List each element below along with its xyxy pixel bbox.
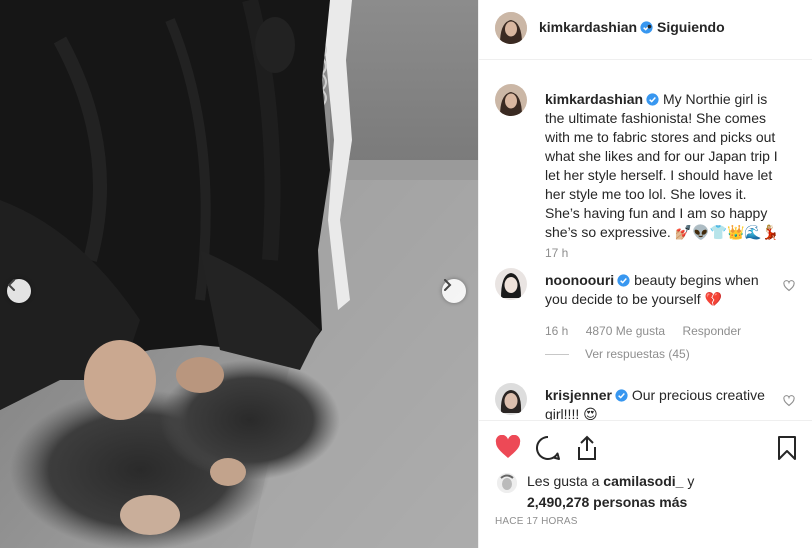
liker-username[interactable]: camilasodi_: [603, 473, 683, 489]
view-replies-button[interactable]: Ver respuestas (45): [585, 347, 690, 361]
heart-icon[interactable]: [495, 435, 521, 459]
caption-username[interactable]: kimkardashian: [545, 91, 659, 107]
following-button[interactable]: Siguiendo: [657, 19, 725, 35]
next-photo-button[interactable]: [442, 279, 466, 303]
post-timestamp[interactable]: HACE 17 HORAS: [495, 516, 578, 527]
liker-avatar[interactable]: [497, 473, 517, 493]
chevron-right-icon: [444, 279, 452, 291]
author-avatar[interactable]: [495, 12, 527, 44]
chevron-left-icon: [7, 279, 15, 291]
share-icon[interactable]: [575, 435, 599, 461]
likes-prefix: Les gusta a: [527, 473, 600, 489]
replies-divider: [545, 354, 569, 355]
likes-count[interactable]: 2,490,278 personas más: [527, 494, 687, 510]
commenter-username[interactable]: noonoouri: [545, 272, 630, 288]
commenter-username[interactable]: krisjenner: [545, 387, 628, 403]
bookmark-icon[interactable]: [777, 435, 797, 461]
post-photo[interactable]: [0, 0, 478, 548]
caption-time: 17 h: [545, 246, 569, 260]
post-actions: Les gusta a camilasodi_ y 2,490,278 pers…: [479, 420, 812, 548]
author-username[interactable]: kimkardashian: [539, 19, 653, 35]
post-header: kimkardashian • Siguiendo: [479, 0, 812, 60]
verified-badge-icon: [615, 389, 628, 402]
comments-list[interactable]: kimkardashian My Northie girl is the ult…: [479, 60, 812, 420]
caption-text: My Northie girl is the ultimate fashioni…: [545, 91, 780, 240]
photo-illustration: [0, 0, 478, 548]
commenter-avatar[interactable]: [495, 268, 527, 300]
caption-avatar[interactable]: [495, 84, 527, 116]
commenter-avatar[interactable]: [495, 383, 527, 415]
verified-badge-icon: [617, 274, 630, 287]
post-details-panel: kimkardashian • Siguiendo kimkardashian …: [478, 0, 812, 548]
verified-badge-icon: [646, 93, 659, 106]
comment-icon[interactable]: [535, 435, 561, 461]
comment-likes[interactable]: 4870 Me gusta: [586, 324, 665, 338]
header-separator: •: [647, 18, 652, 34]
reply-button[interactable]: Responder: [682, 324, 741, 338]
comment-time: 16 h: [545, 324, 569, 338]
likes-summary: Les gusta a camilasodi_ y 2,490,278 pers…: [527, 471, 797, 513]
like-comment-heart-icon[interactable]: [783, 395, 795, 407]
likes-joiner: y: [687, 473, 695, 489]
previous-photo-button[interactable]: [7, 279, 31, 303]
like-comment-heart-icon[interactable]: [783, 280, 795, 292]
